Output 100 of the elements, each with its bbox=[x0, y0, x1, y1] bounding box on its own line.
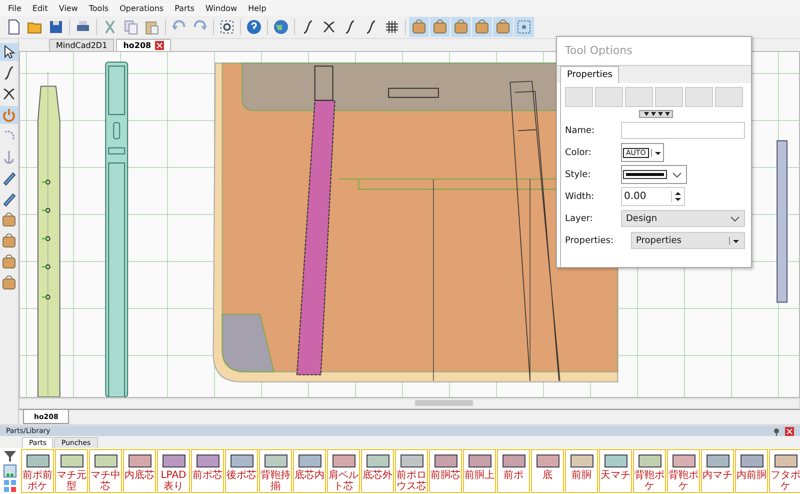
bag-tool-button[interactable] bbox=[0, 211, 18, 229]
bag-delete-tool-button[interactable] bbox=[0, 274, 18, 292]
bag-button[interactable] bbox=[472, 17, 492, 37]
globe-icon bbox=[273, 19, 289, 35]
close-icon[interactable] bbox=[155, 41, 164, 50]
part-thumbnail[interactable]: マチ中芯 bbox=[89, 449, 122, 493]
dropdown-arrow-icon bbox=[650, 148, 662, 156]
view-list-icon[interactable] bbox=[3, 464, 17, 478]
part-thumbnail[interactable]: LPAD 表り bbox=[157, 449, 190, 493]
part-label: 背鞄持揃 bbox=[260, 470, 291, 492]
part-label: 前ポロウス芯 bbox=[396, 470, 427, 492]
part-label: マチ元型 bbox=[56, 470, 87, 492]
field-label: Color: bbox=[565, 148, 592, 158]
part-thumbnail[interactable]: 背鞄ポケ bbox=[667, 449, 700, 493]
name-input-field[interactable] bbox=[621, 122, 745, 139]
part-label: 後ポ芯 bbox=[226, 470, 257, 481]
part-thumbnail[interactable]: 内前胴 bbox=[735, 449, 768, 493]
field-label: Properties: bbox=[565, 236, 615, 246]
save-icon bbox=[48, 19, 64, 35]
part-thumbnail[interactable]: 底芯外 bbox=[361, 449, 394, 493]
pen-icon bbox=[1, 170, 17, 186]
close-icon[interactable] bbox=[785, 426, 794, 436]
part-thumbnail[interactable]: 底芯内 bbox=[293, 449, 326, 493]
part-label: 内前胴 bbox=[736, 470, 767, 481]
menu-item[interactable]: Help bbox=[248, 4, 266, 12]
chevron-down-icon bbox=[730, 216, 740, 222]
pin-icon[interactable] bbox=[772, 426, 781, 436]
bag-icon bbox=[432, 19, 448, 35]
part-thumbnail[interactable]: 肩ベルト芯 bbox=[327, 449, 360, 493]
part-label: 肩ベルト芯 bbox=[328, 470, 359, 492]
menu-item[interactable]: View bbox=[58, 4, 78, 12]
eyedropper-icon bbox=[1, 191, 17, 207]
bag-icon bbox=[495, 19, 511, 35]
zoom-icon bbox=[219, 19, 235, 35]
part-thumbnail[interactable]: 内マチ bbox=[701, 449, 734, 493]
document-tab[interactable]: ho208 bbox=[116, 39, 172, 51]
filter-icon[interactable] bbox=[3, 449, 17, 463]
part-thumbnail[interactable]: フタポケ bbox=[769, 449, 800, 493]
cut-curve-icon bbox=[1, 86, 17, 102]
field-label: Layer: bbox=[565, 214, 594, 224]
part-thumbnail[interactable]: 背鞄持揃 bbox=[259, 449, 292, 493]
bag-icon bbox=[411, 19, 427, 35]
width-spin-field[interactable]: 0.00 bbox=[621, 187, 685, 206]
part-label: 天マチ bbox=[600, 470, 631, 481]
part-thumbnail[interactable]: 前ポ前ポケ bbox=[21, 449, 54, 493]
power-icon bbox=[1, 107, 17, 123]
bag-button[interactable] bbox=[451, 17, 471, 37]
bag-icon bbox=[474, 19, 490, 35]
help-icon bbox=[246, 19, 262, 35]
expand-button[interactable] bbox=[639, 110, 673, 118]
menu-item[interactable]: Operations bbox=[120, 4, 164, 12]
help-button[interactable] bbox=[244, 17, 264, 37]
menu-item[interactable]: Edit bbox=[32, 4, 48, 12]
part-thumbnail[interactable]: 前ポ bbox=[497, 449, 530, 493]
menu-item[interactable]: File bbox=[8, 4, 22, 12]
menu-item[interactable]: Tools bbox=[88, 4, 109, 12]
part-thumbnail[interactable]: 後ポ芯 bbox=[225, 449, 258, 493]
part-thumbnail[interactable]: マチ元型 bbox=[55, 449, 88, 493]
part-thumbnail[interactable]: 背鞄ポケ bbox=[633, 449, 666, 493]
panel-title: Tool Options bbox=[564, 43, 634, 59]
bag-icon bbox=[453, 19, 469, 35]
menu-item[interactable]: Parts bbox=[174, 4, 195, 12]
bag-icon bbox=[1, 233, 17, 249]
document-tab[interactable]: MindCad2D1 bbox=[49, 39, 114, 51]
grid-icon bbox=[384, 19, 400, 35]
layer-dropdown[interactable]: Design bbox=[621, 210, 745, 227]
part-label: 前ポ前ポケ bbox=[22, 470, 53, 492]
up-arrow-icon[interactable] bbox=[674, 191, 682, 196]
part-thumbnail[interactable]: 天マチ bbox=[599, 449, 632, 493]
pattern-select-button[interactable] bbox=[514, 17, 534, 37]
new-file-icon bbox=[6, 19, 22, 35]
triangles-icon bbox=[642, 111, 670, 117]
part-thumbnail[interactable]: 内底芯 bbox=[123, 449, 156, 493]
horizontal-scrollbar[interactable] bbox=[19, 398, 800, 409]
view-grid-icon[interactable] bbox=[3, 479, 17, 493]
part-label: 底芯外 bbox=[362, 470, 393, 481]
bag-button[interactable] bbox=[493, 17, 513, 37]
part-label: 内マチ bbox=[702, 470, 733, 481]
part-thumbnail[interactable]: 前ポロウス芯 bbox=[395, 449, 428, 493]
globe-button[interactable] bbox=[271, 17, 291, 37]
line-style-dropdown[interactable] bbox=[621, 165, 687, 184]
bag-button[interactable] bbox=[409, 17, 429, 37]
part-thumbnail[interactable]: 前胴芯 bbox=[429, 449, 462, 493]
part-thumbnail[interactable]: 前ポ芯 bbox=[191, 449, 224, 493]
bag-button[interactable] bbox=[430, 17, 450, 37]
part-label: フタポケ bbox=[770, 470, 800, 492]
part-label: 前胴上 bbox=[464, 470, 495, 481]
down-arrow-icon[interactable] bbox=[674, 197, 682, 202]
part-label: 内底芯 bbox=[124, 470, 155, 481]
pointer-tool-button[interactable] bbox=[0, 43, 18, 61]
part-thumbnail[interactable]: 底 bbox=[531, 449, 564, 493]
part-thumbnail[interactable]: 前胴 bbox=[565, 449, 598, 493]
part-label: LPAD 表り bbox=[160, 470, 188, 492]
menu-item[interactable]: Window bbox=[206, 4, 238, 12]
properties-dropdown[interactable]: Properties bbox=[631, 232, 745, 249]
bag-tool-button[interactable] bbox=[0, 253, 18, 271]
properties-tab[interactable]: Properties bbox=[560, 66, 620, 83]
pattern-select-icon bbox=[516, 19, 532, 35]
part-thumbnail[interactable]: 前胴上 bbox=[463, 449, 496, 493]
bag-tool-button[interactable] bbox=[0, 232, 18, 250]
